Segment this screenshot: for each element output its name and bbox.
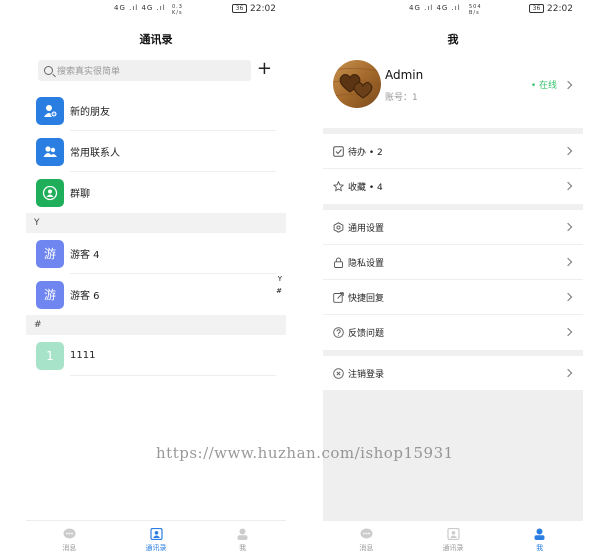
- tab-me[interactable]: 我: [199, 521, 286, 560]
- tab-messages[interactable]: 消息: [26, 521, 113, 560]
- signal-indicator: 4G .ıl 4G .ıl: [114, 4, 166, 12]
- star-icon: [333, 181, 344, 192]
- chevron-right-icon: [563, 368, 573, 378]
- tab-label: 通讯录: [145, 544, 167, 552]
- chevron-right-icon: [563, 327, 573, 337]
- contact-name: 游客 6: [70, 291, 100, 302]
- battery-icon: 36: [232, 4, 247, 13]
- menu-item-quick-reply[interactable]: 快捷回复: [323, 280, 583, 315]
- chevron-right-icon: [563, 80, 573, 90]
- menu-item-feedback[interactable]: 反馈问题: [323, 315, 583, 350]
- chat-bubble-icon: [63, 528, 76, 539]
- logout-icon: [333, 368, 344, 379]
- search-row: 搜索真实很简单 +: [26, 56, 286, 90]
- watermark-text: https://www.huzhan.com/ishop15931: [156, 444, 454, 462]
- tab-label: 消息: [359, 544, 374, 552]
- tab-label: 通讯录: [442, 544, 464, 552]
- contacts-screen: 4G .ıl 4G .ıl 0.3 K/s 36 22:02 通讯录 搜索真实很…: [26, 0, 286, 560]
- search-input[interactable]: 搜索真实很简单: [38, 60, 251, 81]
- chevron-right-icon: [563, 292, 573, 302]
- contact-item-frequent[interactable]: 常用联系人: [26, 131, 286, 172]
- tab-label: 我: [536, 544, 544, 552]
- menu-item-favorites[interactable]: 收藏 • 4: [323, 169, 583, 204]
- avatar: [333, 60, 381, 108]
- person-icon: [534, 528, 545, 540]
- contact-item[interactable]: 游 游客 6: [26, 274, 286, 315]
- chevron-right-icon: [563, 222, 573, 232]
- divider: [70, 375, 276, 376]
- menu-label: 待办 • 2: [348, 148, 383, 158]
- online-status-badge: • 在线: [530, 81, 557, 91]
- contacts-icon: [36, 137, 64, 166]
- chevron-right-icon: [563, 146, 573, 156]
- page-title: 我: [447, 33, 459, 46]
- clock: 22:02: [547, 4, 573, 14]
- chevron-right-icon: [563, 257, 573, 267]
- profile-account: 账号：1: [385, 93, 418, 103]
- index-letter-y[interactable]: Y: [278, 274, 282, 284]
- page-title: 通讯录: [139, 33, 173, 46]
- chevron-right-icon: [563, 181, 573, 191]
- menu-label: 注销登录: [348, 370, 385, 380]
- menu-label: 快捷回复: [348, 294, 385, 304]
- menu-label: 隐私设置: [348, 259, 385, 269]
- avatar: 1: [36, 341, 64, 370]
- settings-gear-icon: [333, 222, 344, 233]
- bottom-tab-bar: 消息 通讯录 我: [323, 520, 583, 560]
- profile-name: Admin: [385, 68, 424, 82]
- todo-check-icon: [333, 146, 344, 157]
- search-placeholder: 搜索真实很简单: [57, 67, 121, 77]
- contact-name: 新的朋友: [70, 107, 110, 118]
- bottom-tab-bar: 消息 通讯录 我: [26, 520, 286, 560]
- menu-item-general-settings[interactable]: 通用设置: [323, 210, 583, 245]
- tab-label: 消息: [62, 544, 77, 552]
- tab-label: 我: [239, 544, 247, 552]
- group-chat-icon: [36, 178, 64, 207]
- status-bar: 4G .ıl 4G .ıl 504 B/s 36 22:02: [323, 0, 583, 22]
- add-contact-button[interactable]: +: [257, 59, 272, 79]
- tab-messages[interactable]: 消息: [323, 521, 410, 560]
- avatar: 游: [36, 239, 64, 268]
- contact-name: 群聊: [70, 189, 90, 200]
- contacts-book-icon: [446, 528, 460, 540]
- menu-label: 通用设置: [348, 224, 385, 234]
- signal-indicator: 4G .ıl 4G .ıl: [409, 4, 461, 12]
- search-icon: [44, 66, 53, 75]
- contact-name: 游客 4: [70, 250, 100, 261]
- contact-item[interactable]: 1 1111: [26, 335, 286, 376]
- menu-label: 反馈问题: [348, 329, 385, 339]
- menu-label: 收藏 • 4: [348, 183, 383, 193]
- tab-me[interactable]: 我: [496, 521, 583, 560]
- profile-screen: 4G .ıl 4G .ıl 504 B/s 36 22:02 我 Admin 账…: [323, 0, 583, 560]
- section-header-y: Y: [26, 213, 286, 233]
- menu-item-privacy-settings[interactable]: 隐私设置: [323, 245, 583, 280]
- avatar: 游: [36, 280, 64, 309]
- screenshot-stage: 4G .ıl 4G .ıl 0.3 K/s 36 22:02 通讯录 搜索真实很…: [0, 0, 610, 560]
- lock-icon: [334, 257, 343, 268]
- contact-item-group-chat[interactable]: 群聊: [26, 172, 286, 213]
- add-friend-icon: [36, 96, 64, 125]
- contact-name: 1111: [70, 350, 96, 361]
- menu-item-logout[interactable]: 注销登录: [323, 356, 583, 391]
- contacts-book-icon: [149, 528, 163, 540]
- profile-card[interactable]: Admin 账号：1 • 在线: [323, 56, 583, 128]
- question-icon: [333, 327, 344, 338]
- tab-contacts[interactable]: 通讯录: [113, 521, 200, 560]
- status-bar: 4G .ıl 4G .ıl 0.3 K/s 36 22:02: [26, 0, 286, 22]
- clock: 22:02: [250, 4, 276, 14]
- contact-item-new-friends[interactable]: 新的朋友: [26, 90, 286, 131]
- network-speed: 0.3 K/s: [172, 4, 183, 16]
- contact-item[interactable]: 游 游客 4: [26, 233, 286, 274]
- person-icon: [237, 528, 248, 540]
- menu-item-todo[interactable]: 待办 • 2: [323, 134, 583, 169]
- chat-bubble-icon: [360, 528, 373, 539]
- tab-contacts[interactable]: 通讯录: [410, 521, 497, 560]
- contact-name: 常用联系人: [70, 148, 120, 159]
- quick-reply-icon: [333, 292, 344, 303]
- index-letter-hash[interactable]: #: [276, 286, 282, 296]
- section-header-hash: #: [26, 315, 286, 335]
- network-speed: 504 B/s: [469, 4, 482, 16]
- battery-icon: 36: [529, 4, 544, 13]
